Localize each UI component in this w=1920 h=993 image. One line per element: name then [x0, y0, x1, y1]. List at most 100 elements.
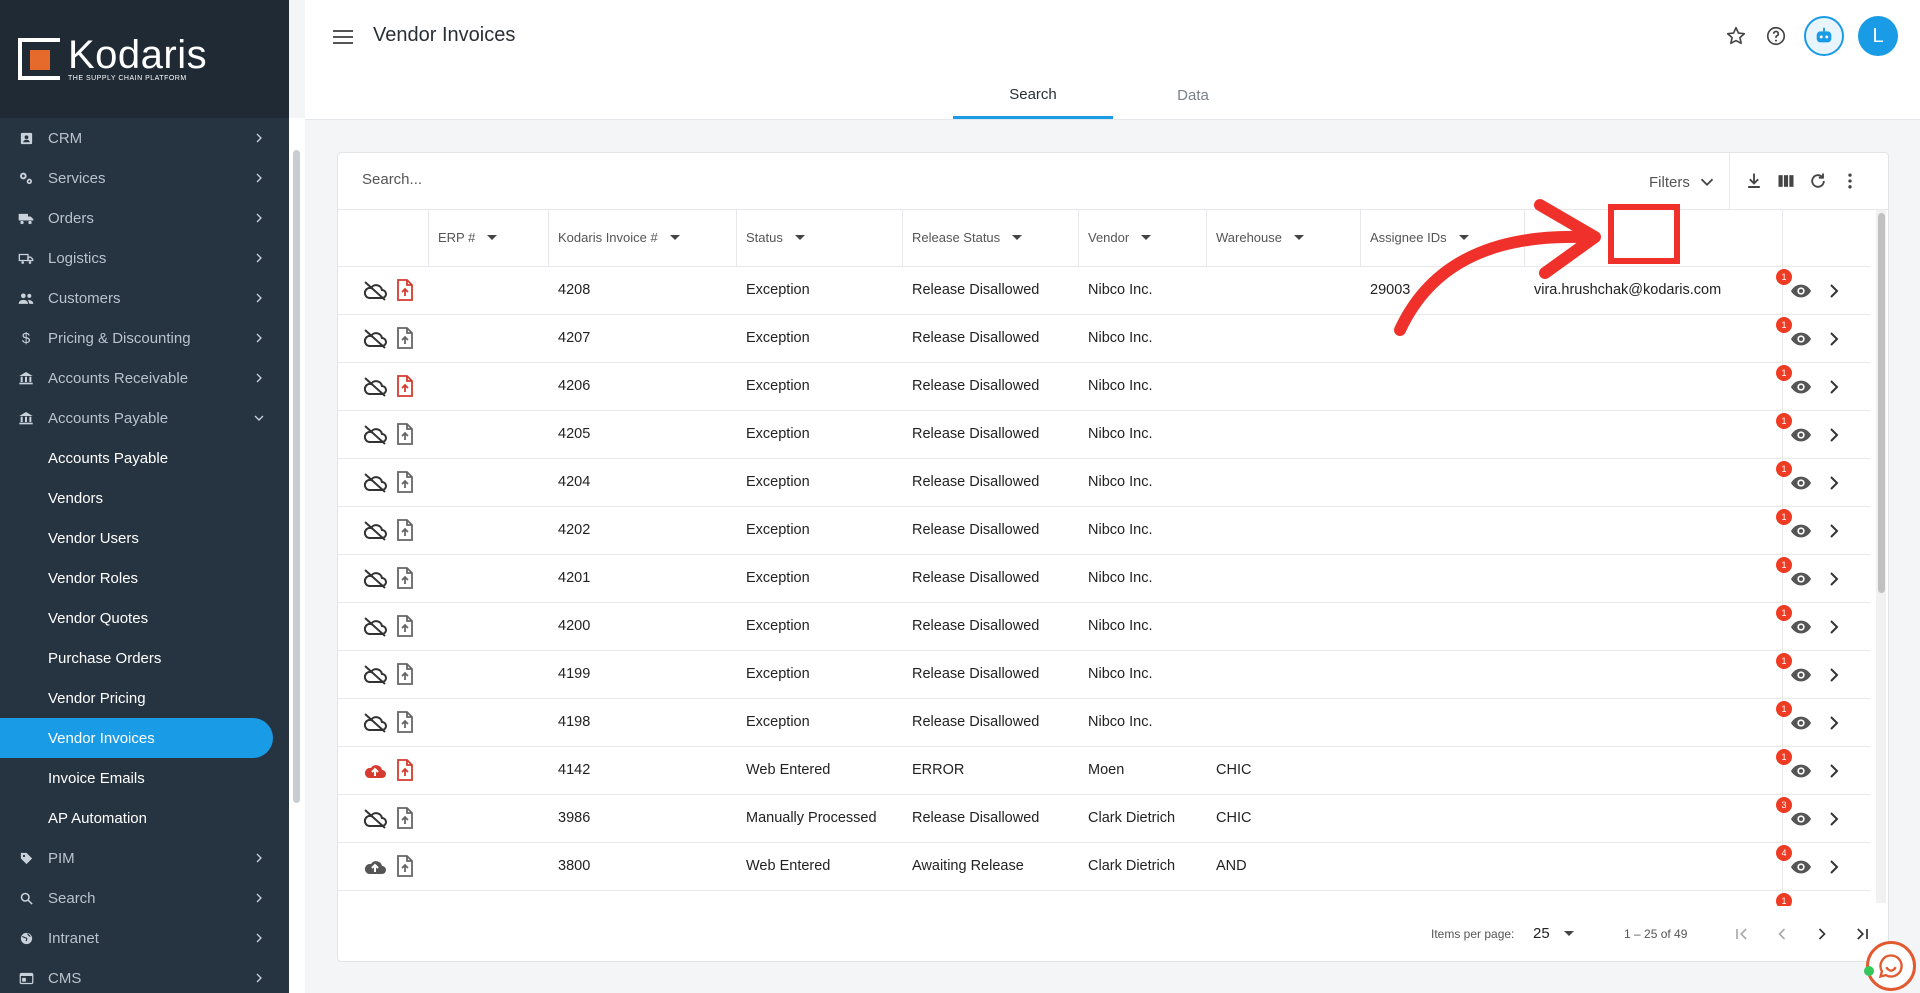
sidebar-subitem-vendor-invoices[interactable]: Vendor Invoices — [0, 718, 273, 758]
column-header-vendor[interactable]: Vendor — [1088, 230, 1152, 245]
table-row[interactable]: 1 4201 Exception Release Disallowed Nibco In… — [338, 555, 1870, 603]
eye-icon[interactable] — [1790, 521, 1812, 541]
sidebar-item-accounts-payable[interactable]: Accounts Payable — [0, 398, 289, 438]
sidebar-item-crm[interactable]: CRM — [0, 118, 289, 158]
file-upload-icon[interactable] — [396, 615, 414, 637]
cloud-off-icon[interactable] — [362, 712, 388, 734]
previous-page-icon[interactable] — [1770, 922, 1794, 946]
table-row[interactable]: 1 4208 Exception Release Disallowed Nibco In… — [338, 267, 1870, 315]
chevron-right-icon[interactable] — [1826, 521, 1842, 541]
cloud-off-icon[interactable] — [362, 376, 388, 398]
column-header-kodaris-invoice[interactable]: Kodaris Invoice # — [558, 230, 680, 245]
cloud-upload-icon[interactable] — [362, 856, 388, 878]
chevron-right-icon[interactable] — [1826, 761, 1842, 781]
table-row[interactable]: 1 4206 Exception Release Disallowed Nibco In… — [338, 363, 1870, 411]
chat-button[interactable] — [1866, 941, 1916, 991]
first-page-icon[interactable] — [1730, 922, 1754, 946]
table-row[interactable]: 1 4198 Exception Release Disallowed Nibco In… — [338, 699, 1870, 747]
eye-icon[interactable] — [1790, 377, 1812, 397]
more-vertical-icon[interactable] — [1838, 169, 1862, 193]
cloud-off-icon[interactable] — [362, 328, 388, 350]
file-upload-icon[interactable] — [396, 759, 414, 781]
sidebar-item-search[interactable]: Search — [0, 878, 289, 918]
table-row[interactable]: 1 — [338, 891, 1870, 906]
kodaris-logo[interactable]: Kodaris THE SUPPLY CHAIN PLATFORM — [0, 0, 289, 118]
cloud-off-icon[interactable] — [362, 808, 388, 830]
eye-icon[interactable] — [1790, 761, 1812, 781]
filters-button[interactable]: Filters — [1649, 171, 1718, 193]
cloud-off-icon[interactable] — [362, 568, 388, 590]
column-divider[interactable] — [736, 210, 737, 267]
file-upload-icon[interactable] — [396, 375, 414, 397]
sidebar-subitem-vendor-roles[interactable]: Vendor Roles — [0, 558, 289, 598]
file-upload-icon[interactable] — [396, 471, 414, 493]
sidebar-subitem-vendor-users[interactable]: Vendor Users — [0, 518, 289, 558]
column-header-warehouse[interactable]: Warehouse — [1216, 230, 1304, 245]
chevron-right-icon[interactable] — [1826, 617, 1842, 637]
column-divider[interactable] — [548, 210, 549, 267]
cloud-off-icon[interactable] — [362, 424, 388, 446]
search-input[interactable] — [362, 171, 962, 188]
sidebar-subitem-ap-automation[interactable]: AP Automation — [0, 798, 289, 838]
file-upload-icon[interactable] — [396, 663, 414, 685]
cloud-upload-icon[interactable] — [362, 760, 388, 782]
table-row[interactable]: 1 4200 Exception Release Disallowed Nibco In… — [338, 603, 1870, 651]
chevron-right-icon[interactable] — [1826, 329, 1842, 349]
table-row[interactable]: 1 4205 Exception Release Disallowed Nibco In… — [338, 411, 1870, 459]
file-upload-icon[interactable] — [396, 519, 414, 541]
eye-icon[interactable] — [1790, 281, 1812, 301]
eye-icon[interactable] — [1790, 809, 1812, 829]
table-row[interactable]: 1 4199 Exception Release Disallowed Nibco In… — [338, 651, 1870, 699]
refresh-icon[interactable] — [1806, 169, 1830, 193]
cloud-off-icon[interactable] — [362, 280, 388, 302]
eye-icon[interactable] — [1790, 617, 1812, 637]
eye-icon[interactable] — [1790, 665, 1812, 685]
table-row[interactable]: 1 4204 Exception Release Disallowed Nibco In… — [338, 459, 1870, 507]
download-icon[interactable] — [1742, 169, 1766, 193]
assistant-bot-button[interactable] — [1804, 16, 1844, 56]
file-upload-icon[interactable] — [396, 855, 414, 877]
sidebar-item-pricing-and-discounting[interactable]: $ Pricing & Discounting — [0, 318, 289, 358]
table-row[interactable]: 1 4142 Web Entered ERROR Moen CHIC — [338, 747, 1870, 795]
file-upload-icon[interactable] — [396, 567, 414, 589]
cloud-off-icon[interactable] — [362, 664, 388, 686]
next-page-icon[interactable] — [1810, 922, 1834, 946]
column-header-release-status[interactable]: Release Status — [912, 230, 1023, 245]
last-page-icon[interactable] — [1850, 922, 1874, 946]
cloud-off-icon[interactable] — [362, 472, 388, 494]
chevron-right-icon[interactable] — [1826, 425, 1842, 445]
column-divider[interactable] — [428, 210, 429, 267]
table-row[interactable]: 3 3986 Manually Processed Release Disallowe… — [338, 795, 1870, 843]
column-divider[interactable] — [902, 210, 903, 267]
sidebar-subitem-invoice-emails[interactable]: Invoice Emails — [0, 758, 289, 798]
column-header-status[interactable]: Status — [746, 230, 805, 245]
sidebar-item-accounts-receivable[interactable]: Accounts Receivable — [0, 358, 289, 398]
column-divider[interactable] — [1206, 210, 1207, 267]
user-avatar[interactable]: L — [1858, 16, 1898, 56]
sidebar-item-pim[interactable]: PIM — [0, 838, 289, 878]
file-upload-icon[interactable] — [396, 279, 414, 301]
cloud-off-icon[interactable] — [362, 520, 388, 542]
chevron-right-icon[interactable] — [1826, 377, 1842, 397]
file-upload-icon[interactable] — [396, 327, 414, 349]
table-row[interactable]: 1 4207 Exception Release Disallowed Nibco In… — [338, 315, 1870, 363]
sidebar-subitem-vendor-pricing[interactable]: Vendor Pricing — [0, 678, 289, 718]
column-divider[interactable] — [1078, 210, 1079, 267]
sidebar-item-customers[interactable]: Customers — [0, 278, 289, 318]
chevron-right-icon[interactable] — [1826, 281, 1842, 301]
table-row[interactable]: 4 3800 Web Entered Awaiting Release Clark Di… — [338, 843, 1870, 891]
chevron-right-icon[interactable] — [1826, 713, 1842, 733]
sidebar-subitem-vendors[interactable]: Vendors — [0, 478, 289, 518]
eye-icon[interactable] — [1790, 425, 1812, 445]
sidebar-item-cms[interactable]: CMS — [0, 958, 289, 993]
chevron-right-icon[interactable] — [1826, 473, 1842, 493]
eye-icon[interactable] — [1790, 713, 1812, 733]
sidebar-subitem-vendor-quotes[interactable]: Vendor Quotes — [0, 598, 289, 638]
page-size-select[interactable]: 25 — [1533, 925, 1574, 942]
help-icon[interactable] — [1762, 22, 1790, 50]
cloud-off-icon[interactable] — [362, 616, 388, 638]
table-scrollbar[interactable] — [1878, 213, 1885, 593]
eye-icon[interactable] — [1790, 857, 1812, 877]
chevron-right-icon[interactable] — [1826, 665, 1842, 685]
sidebar-item-orders[interactable]: Orders — [0, 198, 289, 238]
